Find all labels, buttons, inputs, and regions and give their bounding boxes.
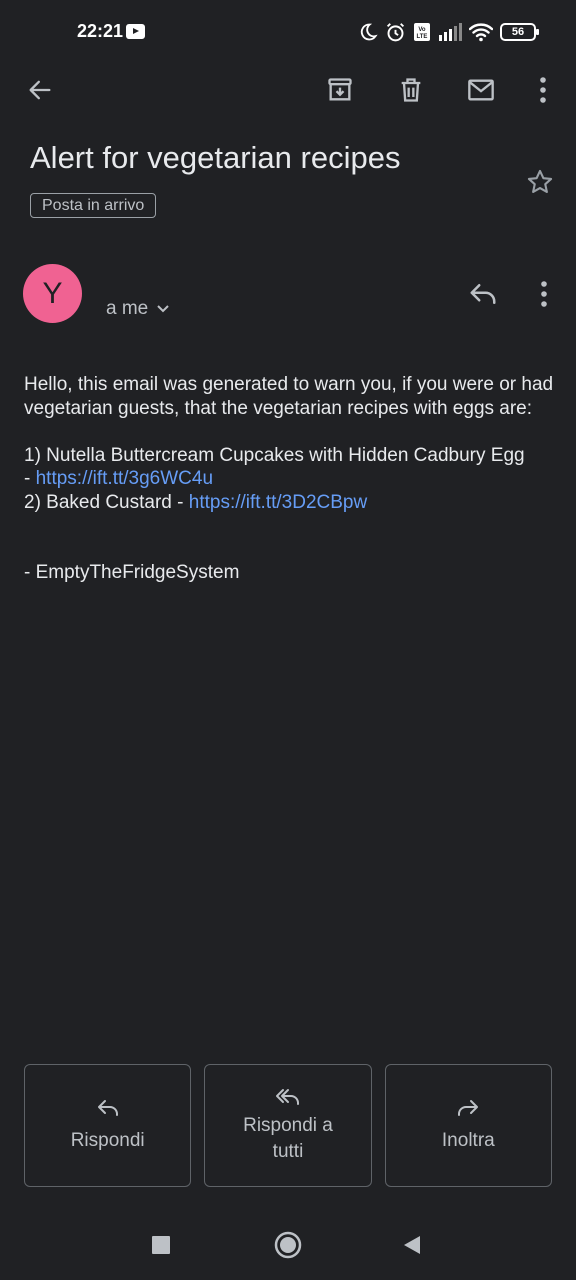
triangle-back-icon xyxy=(404,1236,420,1254)
archive-icon xyxy=(328,78,352,101)
more-options-button[interactable] xyxy=(523,70,563,110)
body-item-1-link-line: - https://ift.tt/3g6WC4u xyxy=(24,467,554,491)
reply-all-label: Rispondi a tutti xyxy=(243,1114,333,1162)
message-more-button[interactable] xyxy=(528,276,560,312)
trash-icon xyxy=(401,78,421,102)
more-vert-icon xyxy=(540,77,546,103)
item1-text: 1) Nutella Buttercream Cupcakes with Hid… xyxy=(24,444,525,466)
battery-level: 56 xyxy=(511,26,525,38)
forward-button[interactable]: Inoltra xyxy=(384,1064,552,1187)
back-button[interactable] xyxy=(20,70,60,110)
system-nav-bar xyxy=(0,1210,576,1280)
home-circle-icon xyxy=(274,1231,302,1259)
forward-icon xyxy=(458,1099,479,1116)
alarm-icon xyxy=(386,22,405,41)
home-button[interactable] xyxy=(268,1230,308,1260)
reply-all-button[interactable]: Rispondi a tutti xyxy=(204,1064,372,1187)
body-item-2: 2) Baked Custard - https://ift.tt/3D2CBp… xyxy=(24,491,554,515)
svg-text:LTE: LTE xyxy=(417,34,428,40)
reply-all-icon xyxy=(275,1088,299,1105)
volte-icon: VoLTE xyxy=(414,23,430,41)
item1-prefix: - xyxy=(24,468,36,489)
status-time: 22:21 xyxy=(77,21,124,41)
body-signature: - EmptyTheFridgeSystem xyxy=(24,562,240,583)
inbox-label-text: Posta in arrivo xyxy=(42,196,145,214)
quick-reply-button[interactable] xyxy=(464,276,502,312)
status-bar: 22:21 Vo LTE 56 xyxy=(0,0,576,64)
item2-text: 2) Baked Custard - xyxy=(24,491,189,513)
archive-button[interactable] xyxy=(320,70,360,110)
chevron-down-icon xyxy=(157,305,169,313)
email-subject: Alert for vegetarian recipes xyxy=(30,140,401,175)
mail-icon xyxy=(468,79,494,101)
sender-avatar[interactable]: Y xyxy=(23,264,82,323)
battery-icon: 56 xyxy=(500,23,539,41)
back-arrow-icon xyxy=(29,80,51,100)
item2-link[interactable]: https://ift.tt/3D2CBpw xyxy=(189,492,367,513)
body-item-1: 1) Nutella Buttercream Cupcakes with Hid… xyxy=(24,444,554,468)
item1-link[interactable]: https://ift.tt/3g6WC4u xyxy=(36,468,213,489)
more-vert-icon xyxy=(541,281,547,307)
inbox-label-chip[interactable]: Posta in arrivo xyxy=(30,193,157,218)
square-icon xyxy=(152,1236,170,1254)
avatar-letter: Y xyxy=(42,276,63,310)
svg-text:Vo: Vo xyxy=(418,27,426,33)
email-body: Hello, this email was generated to warn … xyxy=(24,373,554,585)
moon-icon xyxy=(360,23,378,41)
recipient-text: a me xyxy=(106,298,149,319)
reply-button[interactable]: Rispondi xyxy=(24,1064,192,1187)
reply-label: Rispondi xyxy=(70,1129,145,1151)
back-nav-button[interactable] xyxy=(392,1230,432,1260)
star-button[interactable] xyxy=(522,164,558,200)
reply-icon xyxy=(97,1099,118,1116)
delete-button[interactable] xyxy=(391,70,431,110)
status-icons: Vo LTE 56 xyxy=(358,20,539,44)
star-icon xyxy=(527,169,553,193)
email-toolbar xyxy=(0,64,576,114)
youtube-icon xyxy=(126,24,145,39)
recipient-details-toggle[interactable]: a me xyxy=(106,298,170,320)
body-intro: Hello, this email was generated to warn … xyxy=(24,374,554,419)
mark-unread-button[interactable] xyxy=(461,70,501,110)
reply-actions: Rispondi Rispondi a tutti Inoltra xyxy=(24,1064,552,1187)
wifi-icon xyxy=(469,23,493,42)
reply-icon xyxy=(470,284,496,304)
forward-label: Inoltra xyxy=(441,1129,495,1151)
recents-button[interactable] xyxy=(141,1230,181,1260)
signal-icon xyxy=(439,23,462,41)
